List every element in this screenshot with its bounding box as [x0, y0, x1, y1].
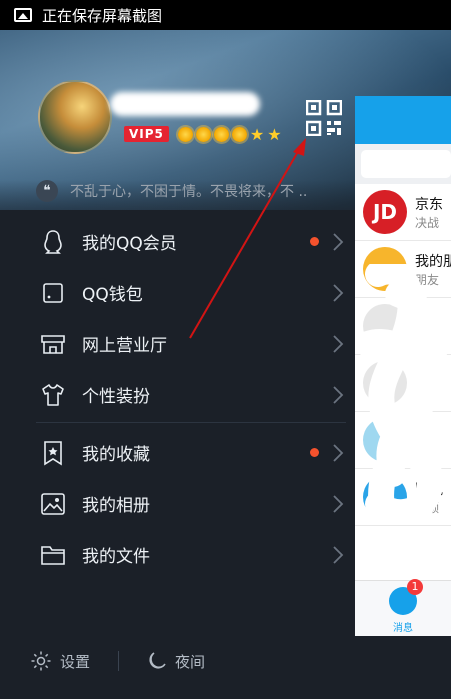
- shirt-icon: [40, 382, 66, 408]
- image-icon: [14, 8, 32, 22]
- new-dot: [310, 237, 319, 246]
- menu-label: 网上营业厅: [82, 336, 167, 356]
- menu-label: 个性装扮: [82, 387, 150, 407]
- vip-badge: VIP5: [124, 126, 169, 142]
- status-text: 正在保存屏幕截图: [42, 6, 163, 25]
- chat-row[interactable]: JD 京东 决战: [355, 184, 451, 241]
- star-icon: ★: [249, 124, 265, 144]
- side-menu: 我的QQ会员 QQ钱包 网上营业厅 个性装扮 我的收藏 我的相册 我的文件: [0, 216, 355, 580]
- penguin-icon: [40, 229, 66, 255]
- sun-icon: [177, 126, 193, 142]
- sun-icon: [231, 126, 247, 142]
- bottom-bar: 设置 夜间: [30, 650, 205, 672]
- menu-label: 我的相册: [82, 496, 150, 516]
- night-mode-button[interactable]: 夜间: [147, 651, 205, 672]
- chevron-right-icon: [333, 444, 344, 462]
- quote-icon: ❝: [36, 180, 58, 202]
- signature-text: 不乱于心，不困于情。不畏将来，不 ..: [70, 184, 308, 200]
- image-icon: [40, 491, 66, 517]
- level-row[interactable]: VIP5 ★ ★: [124, 126, 282, 142]
- tab-bar: 1 消息: [355, 579, 451, 636]
- sun-icon: [195, 126, 211, 142]
- settings-label: 设置: [60, 652, 91, 671]
- menu-label: 我的收藏: [82, 445, 150, 465]
- menu-item-personal-dress[interactable]: 个性装扮: [0, 369, 355, 420]
- chevron-right-icon: [333, 233, 344, 251]
- store-icon: [40, 331, 66, 357]
- username-redacted: [110, 92, 260, 116]
- menu-label: 我的文件: [82, 547, 150, 567]
- bookmark-star-icon: [40, 440, 66, 466]
- sun-icon: [213, 126, 229, 142]
- settings-button[interactable]: 设置: [30, 650, 90, 672]
- moon-icon: [149, 652, 166, 669]
- menu-label: QQ钱包: [82, 285, 143, 305]
- gear-icon: [31, 651, 51, 671]
- signature[interactable]: ❝ 不乱于心，不困于情。不畏将来，不 ..: [36, 180, 307, 202]
- chevron-right-icon: [333, 335, 344, 353]
- chevron-right-icon: [333, 284, 344, 302]
- night-label: 夜间: [175, 652, 206, 671]
- chevron-right-icon: [333, 495, 344, 513]
- search-input[interactable]: [361, 150, 451, 178]
- menu-item-favorites[interactable]: 我的收藏: [0, 427, 355, 478]
- avatar[interactable]: [38, 80, 112, 154]
- menu-item-files[interactable]: 我的文件: [0, 529, 355, 580]
- menu-divider: [36, 422, 346, 423]
- qr-code-icon[interactable]: [306, 100, 342, 136]
- bottom-divider: [118, 651, 120, 671]
- redaction-scribble: [358, 264, 447, 524]
- chevron-right-icon: [333, 386, 344, 404]
- status-bar: 正在保存屏幕截图: [0, 0, 451, 30]
- menu-item-album[interactable]: 我的相册: [0, 478, 355, 529]
- chat-name: 京东: [415, 196, 443, 213]
- new-dot: [310, 448, 319, 457]
- star-icon: ★: [267, 124, 282, 144]
- message-tab-label: 消息: [393, 623, 413, 634]
- unread-badge: 1: [407, 579, 423, 595]
- menu-label: 我的QQ会员: [82, 234, 177, 254]
- chevron-right-icon: [333, 546, 344, 564]
- panel-header: [355, 96, 451, 144]
- chat-snippet: 决战: [415, 215, 440, 230]
- menu-item-qq-member[interactable]: 我的QQ会员: [0, 216, 355, 267]
- menu-item-qq-wallet[interactable]: QQ钱包: [0, 267, 355, 318]
- wallet-icon: [40, 280, 66, 306]
- search-bar[interactable]: [355, 144, 451, 184]
- folder-icon: [40, 542, 66, 568]
- avatar: JD: [363, 190, 407, 234]
- menu-item-online-hall[interactable]: 网上营业厅: [0, 318, 355, 369]
